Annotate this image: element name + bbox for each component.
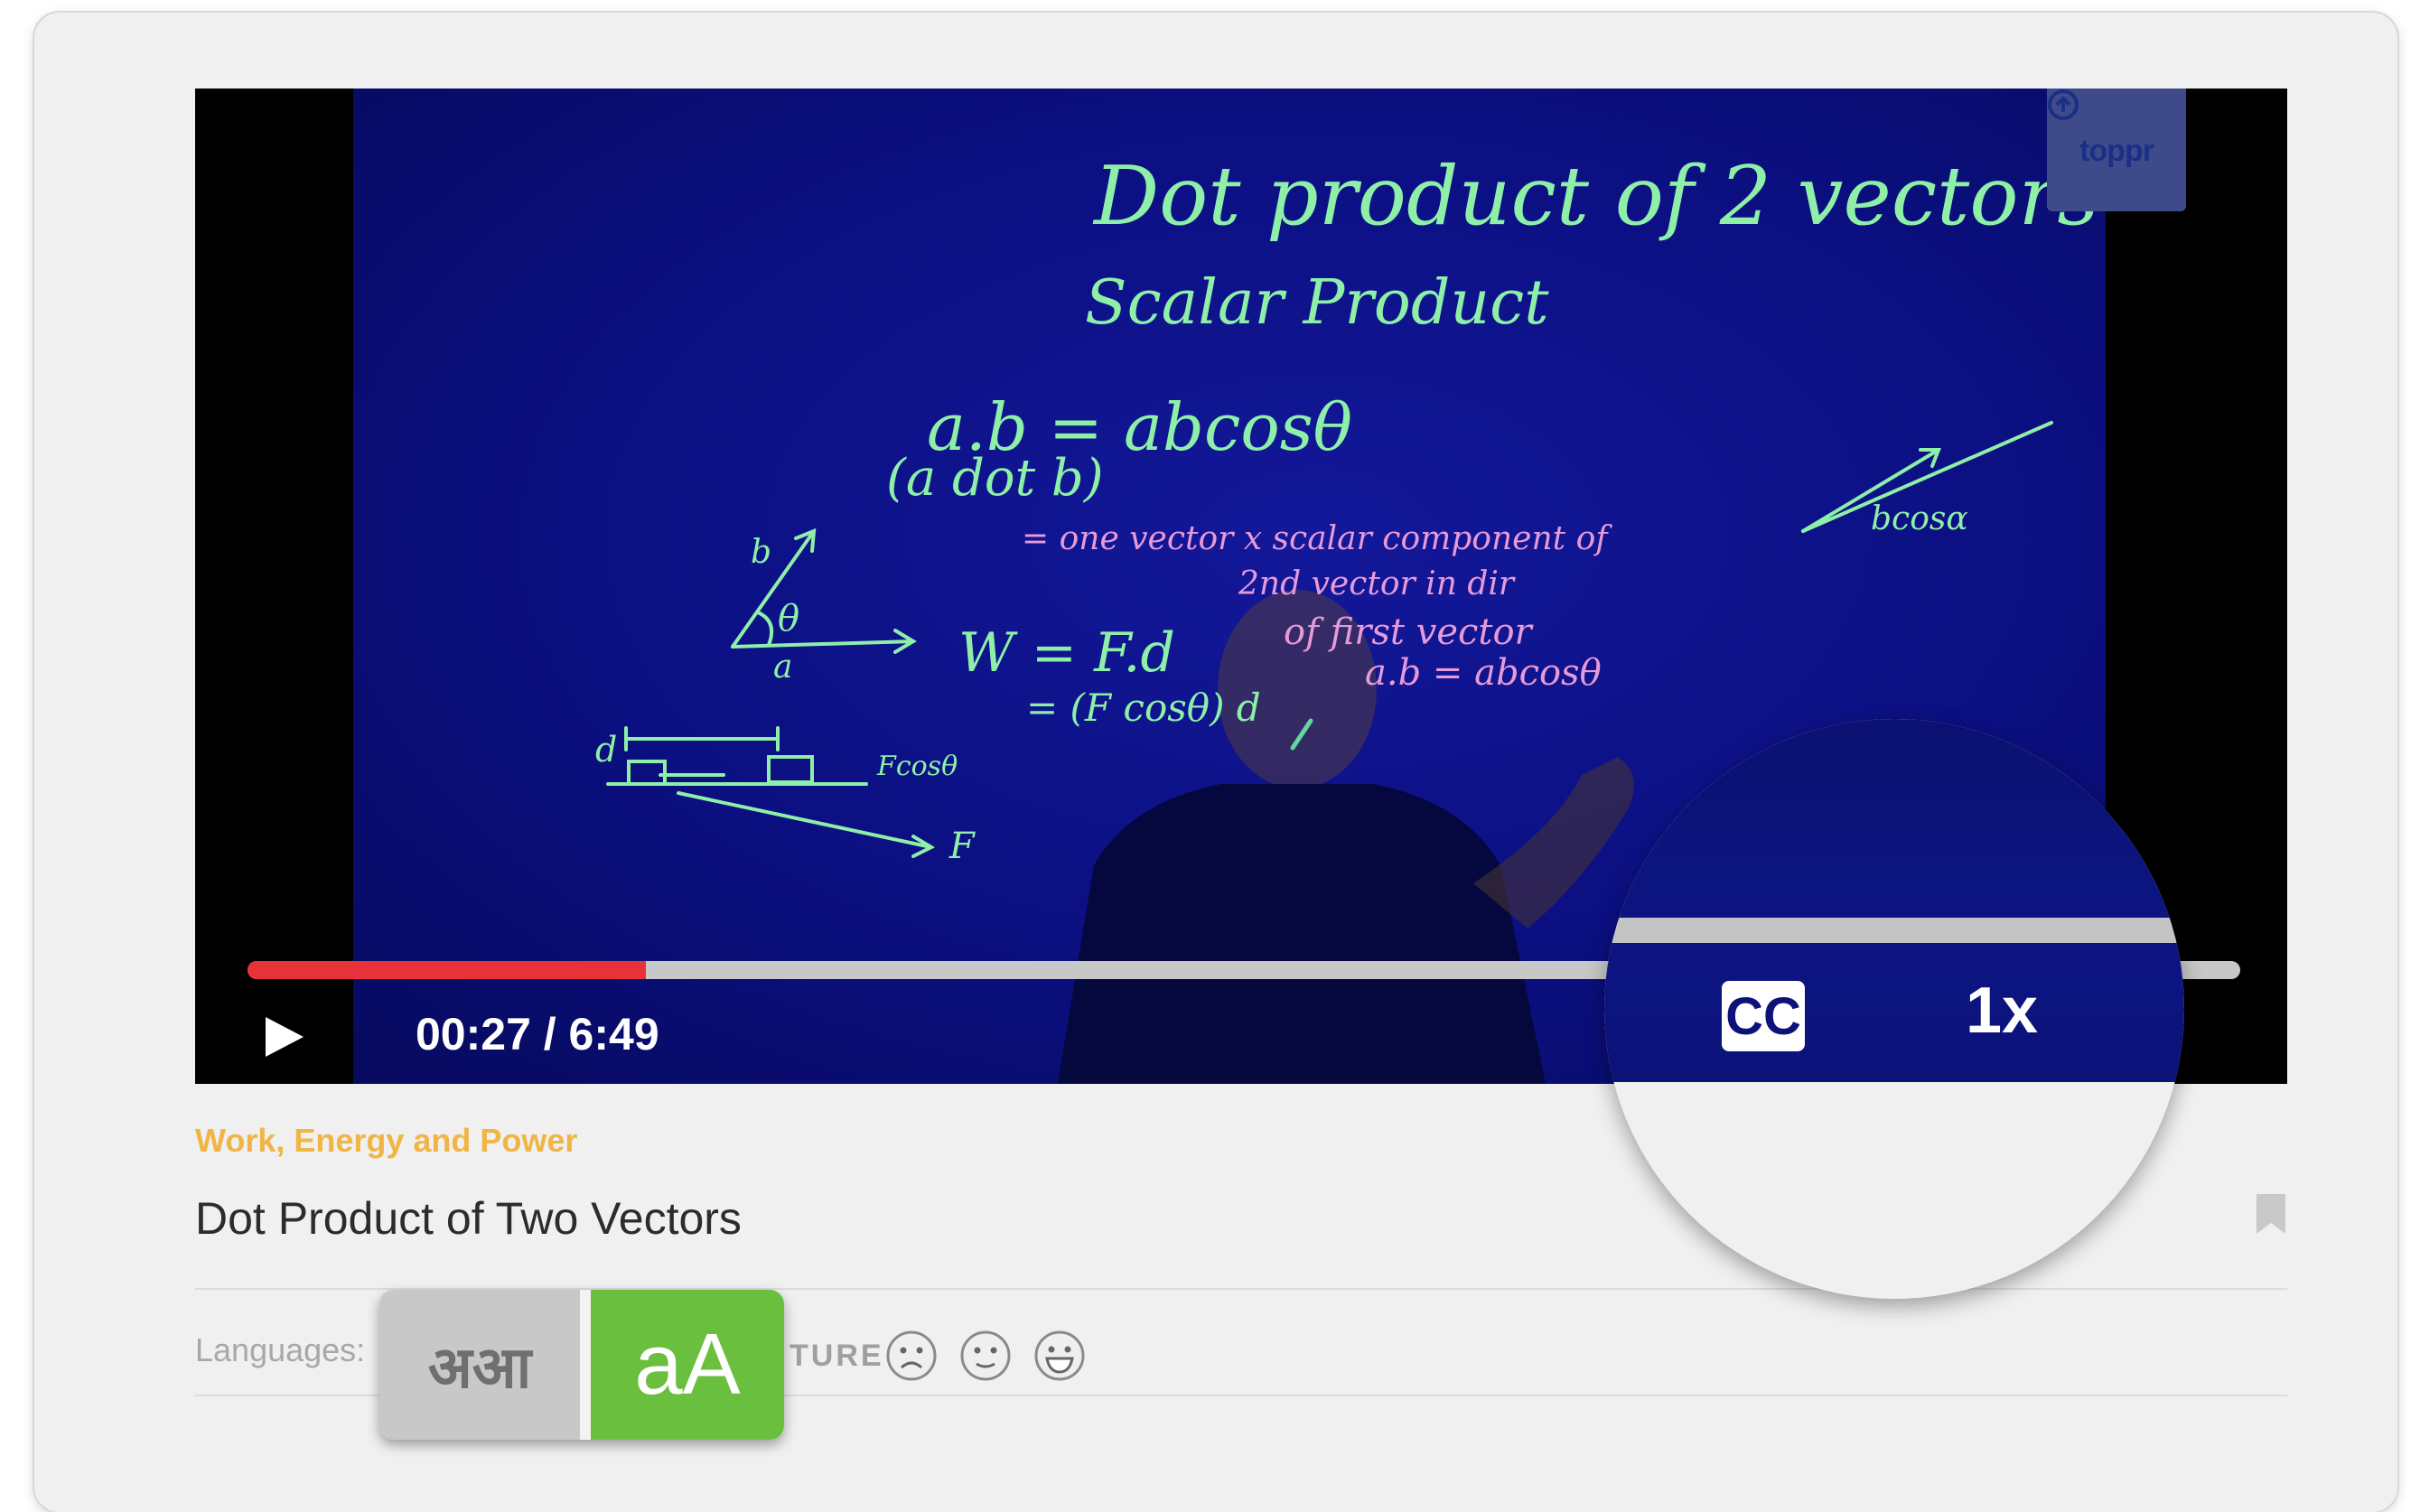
magnified-progress-bar[interactable] [1604,918,2184,943]
playback-speed-button[interactable]: 1x [1966,974,2038,1048]
language-toggle-separator [580,1290,591,1440]
toppr-watermark: toppr [2047,89,2186,211]
board-note-1: = one vector x scalar component of [1022,520,1612,557]
bookmark-icon[interactable] [2255,1192,2287,1236]
time-display: 00:27 / 6:49 [416,1009,659,1059]
board-heading: Dot product of 2 vectors [1092,149,2099,244]
board-note-3: of first vector [1284,611,1535,653]
board-formula-work: W = F.d [958,621,1175,685]
board-note-2: 2nd vector in dir [1238,565,1516,602]
happy-face-icon[interactable] [1033,1330,1086,1382]
feedback-label: TURE [790,1339,884,1373]
video-title: Dot Product of Two Vectors [195,1193,742,1244]
language-toggle: अआ aA [379,1290,784,1440]
board-label-a: a [773,649,792,686]
language-hindi-button[interactable]: अआ [379,1290,580,1440]
toppr-logo-text: toppr [2079,133,2154,168]
board-formula-read: (a dot b) [886,449,1104,508]
board-label-f: F [948,826,976,867]
board-label-bcos: bcosα [1871,500,1968,537]
neutral-face-icon[interactable] [959,1330,1012,1382]
toppr-logo-icon [2048,89,2079,120]
languages-label: Languages: [195,1331,366,1368]
board-label-b: b [751,534,771,571]
board-formula-alt: a.b = abcosθ [1365,652,1602,694]
board-label-fcos: Fcosθ [876,751,958,782]
video-card: Dot product of 2 vectors Scalar Product … [34,13,2397,1512]
controls-magnifier: CC 1x [1604,719,2184,1299]
video-progress-fill [248,961,646,979]
closed-captions-button[interactable]: CC [1722,981,1805,1051]
sad-face-icon[interactable] [885,1330,938,1382]
magnified-video-area: CC 1x [1604,719,2184,1082]
board-label-d: d [595,730,617,770]
play-icon[interactable] [257,1010,311,1064]
board-formula-work-2: = (F cosθ) d [1026,686,1261,730]
board-subheading: Scalar Product [1085,267,1549,339]
category-label[interactable]: Work, Energy and Power [195,1122,577,1160]
board-label-theta: θ [778,598,799,639]
language-english-button[interactable]: aA [591,1290,784,1440]
